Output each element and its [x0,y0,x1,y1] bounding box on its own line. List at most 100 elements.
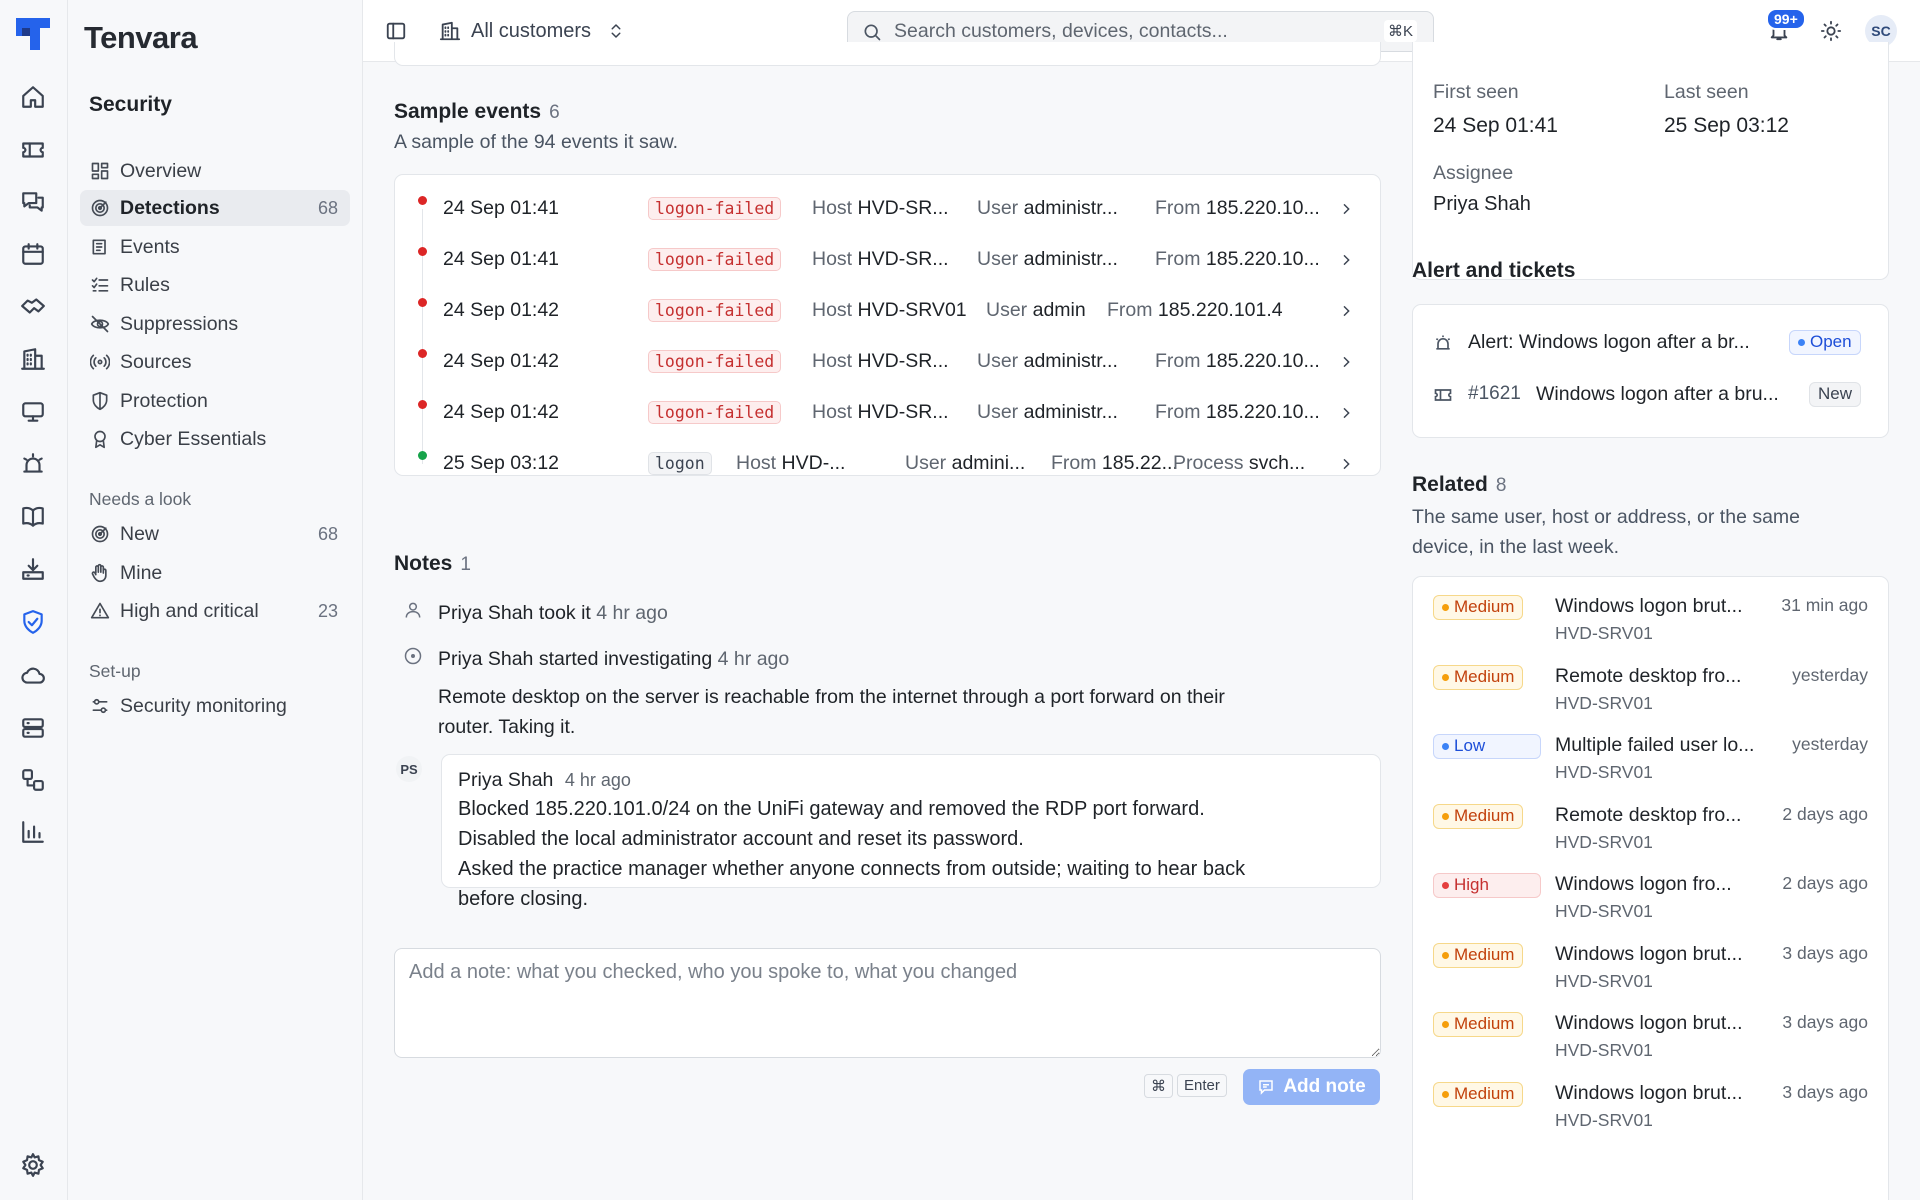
shield-check-icon[interactable] [20,609,46,635]
add-note-textarea[interactable] [394,948,1381,1058]
assignee-value[interactable]: Priya Shah [1433,193,1531,216]
sidebar-item-sources[interactable]: Sources [80,344,350,380]
severity-label: Medium [1454,1084,1515,1103]
related-item[interactable]: Medium Windows logon brut... HVD-SRV01 3… [1413,933,1888,1003]
severity-label: Medium [1454,1014,1515,1033]
sidebar-item-suppressions[interactable]: Suppressions [80,306,350,342]
sidebar-item-mine[interactable]: Mine [80,555,350,591]
related-title: Windows logon fro... [1555,873,1732,895]
related-time: 3 days ago [1782,1082,1868,1102]
search-input[interactable] [894,20,1374,43]
theme-toggle-sun-icon[interactable] [1820,20,1842,42]
event-row[interactable]: 24 Sep 01:41 logon-failed Host HVD-SR...… [395,183,1380,260]
building-icon[interactable] [20,346,46,372]
related-item[interactable]: Medium Remote desktop fro... HVD-SRV01 y… [1413,655,1888,725]
related-time: 3 days ago [1782,1012,1868,1032]
tenvara-logo-icon[interactable] [14,16,52,52]
ticket-icon[interactable] [20,137,46,163]
note-header: Priya Shah 4 hr ago [458,769,631,792]
severity-badge: High [1433,873,1541,898]
book-icon[interactable] [20,503,46,529]
home-icon[interactable] [20,84,46,110]
severity-label: Medium [1454,667,1515,686]
workflow-icon[interactable] [20,767,46,793]
calendar-icon[interactable] [20,241,46,267]
search-icon [864,24,881,40]
alarm-icon[interactable] [20,451,46,477]
cloud-icon[interactable] [20,662,46,688]
event-row[interactable]: 24 Sep 01:41 logon-failed Host HVD-SR...… [395,234,1380,311]
note-line: before closing. [458,888,589,910]
last-seen-value: 25 Sep 03:12 [1664,114,1789,137]
related-item[interactable]: Low Multiple failed user lo... HVD-SRV01… [1413,724,1888,794]
related-item[interactable]: Medium Remote desktop fro... HVD-SRV01 2… [1413,794,1888,864]
sidebar-item-overview[interactable]: Overview [80,153,350,189]
event-user: User administr... [977,248,1142,271]
event-from-value: 185.220.10... [1205,401,1320,423]
bar-chart-icon[interactable] [20,819,46,845]
event-row[interactable]: 25 Sep 03:12 logon Host HVD-... User adm… [395,438,1380,489]
ticket-link[interactable]: #1621 Windows logon after a bru... New [1413,377,1888,413]
event-user: User admin [986,299,1116,322]
related-time: 3 days ago [1782,943,1868,963]
related-host: HVD-SRV01 [1555,971,1653,991]
chevron-right-icon [1343,407,1350,418]
add-note-button[interactable]: Add note [1243,1069,1380,1105]
event-time: 24 Sep 01:42 [443,350,560,372]
severity-badge: Medium [1433,665,1524,690]
related-title: Windows logon brut... [1555,943,1743,965]
alert-title: Alert: Windows logon after a br... [1468,331,1750,353]
event-row[interactable]: 24 Sep 01:42 logon-failed Host HVD-SR...… [395,336,1380,413]
server-icon[interactable] [20,715,46,741]
severity-badge: Medium [1433,595,1524,620]
main-content: Sample events 6 A sample of the 94 events… [363,42,1920,1200]
severity-dot [1442,812,1449,820]
event-row[interactable]: 24 Sep 01:42 logon-failed Host HVD-SRV01… [395,285,1380,362]
sidebar-item-label: Cyber Essentials [120,427,267,450]
search-shortcut: ⌘K [1383,20,1417,42]
related-card: Medium Windows logon brut... HVD-SRV01 3… [1412,576,1889,1200]
sidebar-item-label: New [120,522,160,545]
event-time: 24 Sep 01:42 [443,401,560,423]
chevron-up-down-icon [611,24,621,38]
alert-link[interactable]: Alert: Windows logon after a br... Open [1413,325,1888,361]
sidebar-toggle-icon[interactable] [385,20,407,42]
sidebar-item-protection[interactable]: Protection [80,383,350,419]
event-status-dot [418,451,427,460]
download-tray-icon[interactable] [20,556,46,582]
sidebar-item-detections[interactable]: Detections 68 [80,190,350,226]
event-from-label: From [1107,299,1153,321]
group-needs-a-look: Needs a look [89,489,192,509]
event-user-value: administr... [1023,197,1118,219]
related-item[interactable]: Medium Windows logon brut... HVD-SRV01 3… [1413,585,1888,655]
related-item[interactable]: Medium Windows logon brut... HVD-SRV01 3… [1413,1002,1888,1072]
event-user-label: User [986,299,1028,321]
sidebar-item-new[interactable]: New 68 [80,516,350,552]
radar-icon [90,524,110,544]
note-body: Blocked 185.220.101.0/24 on the UniFi ga… [458,794,1245,914]
severity-dot [1442,742,1449,750]
sidebar-item-cyber-essentials[interactable]: Cyber Essentials [80,421,350,457]
badge-icon [90,429,110,449]
event-host: Host HVD-SR... [812,248,957,271]
event-host-label: Host [812,248,853,270]
chat-icon[interactable] [20,189,46,215]
related-item[interactable]: High Windows logon fro... HVD-SRV01 2 da… [1413,863,1888,933]
related-item[interactable]: Medium Windows logon brut... HVD-SRV01 3… [1413,1072,1888,1142]
sidebar-item-high-and-critical[interactable]: High and critical 23 [80,593,350,629]
radar-icon [90,198,110,218]
event-user-label: User [905,452,947,474]
sidebar-item-security-monitoring[interactable]: Security monitoring [80,688,350,724]
sidebar-item-rules[interactable]: Rules [80,267,350,303]
sidebar-item-events[interactable]: Events [80,229,350,265]
monitor-icon[interactable] [20,399,46,425]
event-row[interactable]: 24 Sep 01:42 logon-failed Host HVD-SR...… [395,387,1380,464]
related-subtitle-line: The same user, host or address, or the s… [1412,506,1801,528]
event-from-value: 185.220.101.4 [1157,299,1283,321]
chevron-right-icon [1343,356,1350,367]
event-time: 24 Sep 01:41 [443,248,560,270]
status-dot [1798,338,1805,346]
severity-dot [1442,1020,1449,1028]
handshake-icon[interactable] [20,293,46,319]
settings-gear-icon[interactable] [20,1152,46,1178]
